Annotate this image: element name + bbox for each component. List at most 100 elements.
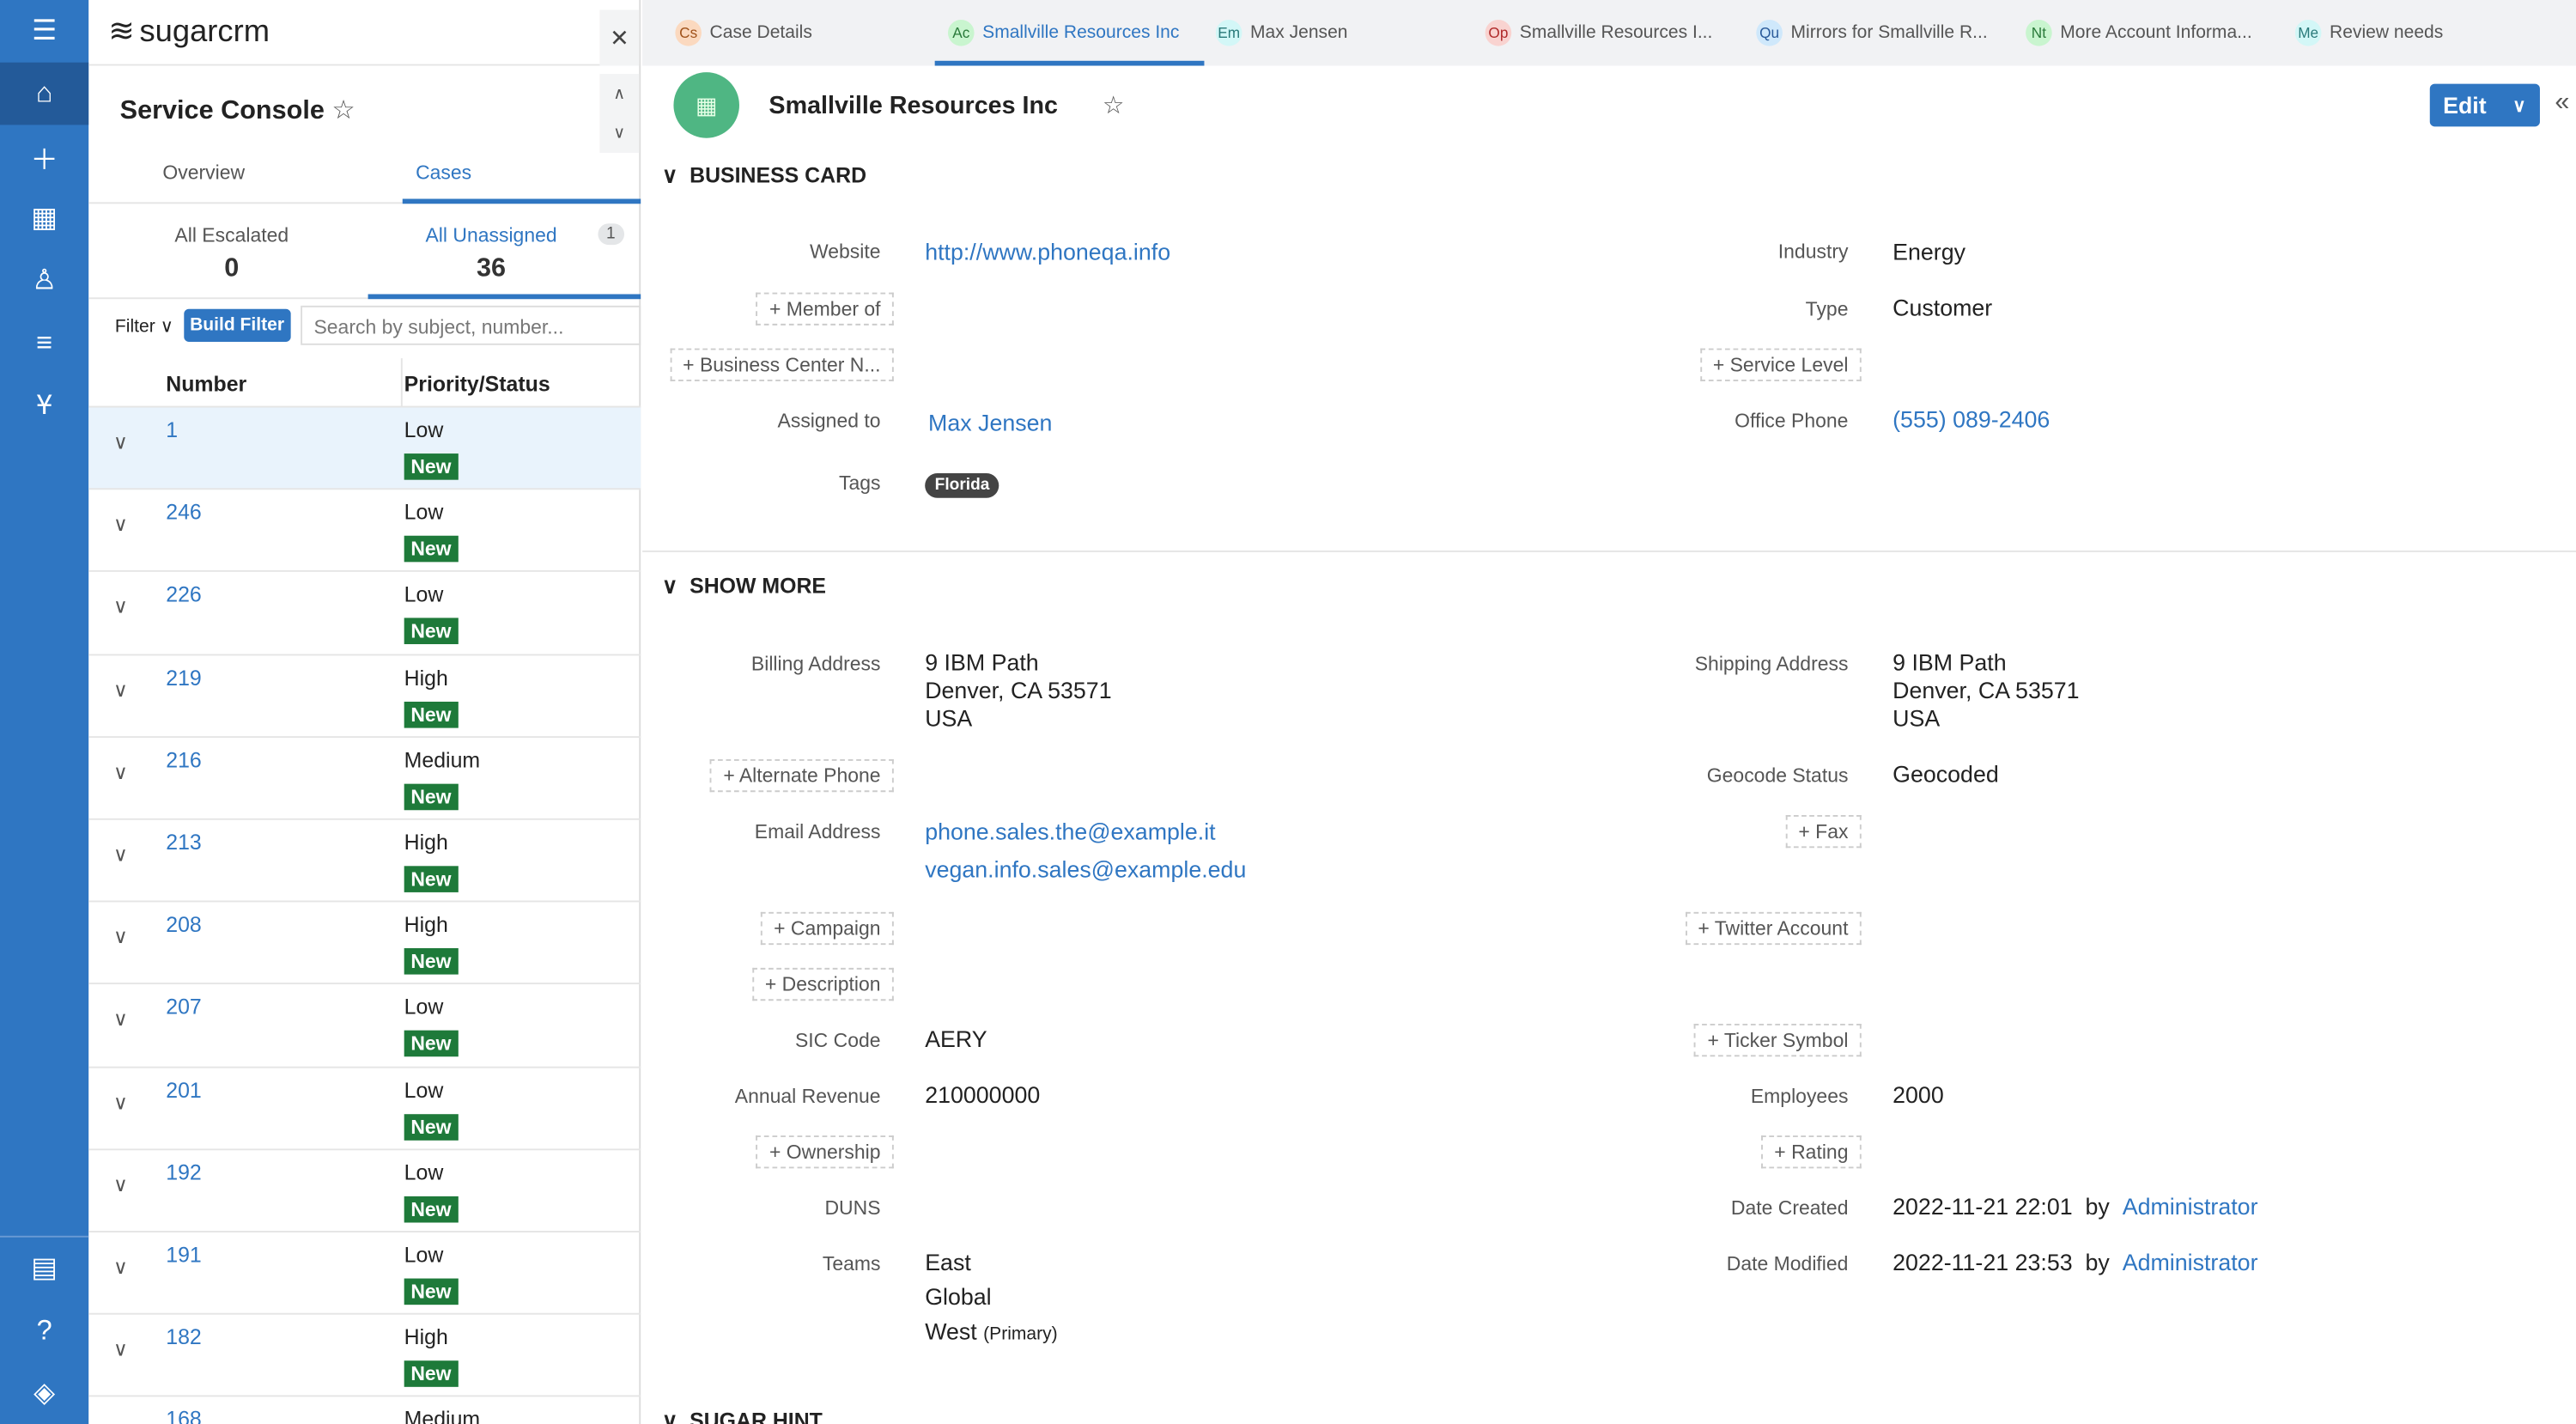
add-ownership-button[interactable]: + Ownership [756, 1135, 894, 1169]
case-number-link[interactable]: 168 [166, 1407, 202, 1424]
add-member-of-button[interactable]: + Member of [756, 292, 894, 326]
case-number-link[interactable]: 191 [166, 1242, 202, 1267]
help-icon[interactable]: ? [0, 1299, 88, 1362]
case-number-link[interactable]: 219 [166, 665, 202, 690]
tag-badge[interactable]: Florida [925, 468, 999, 499]
user-icon[interactable]: ♙ [0, 250, 88, 313]
tab-item[interactable]: Me Review needs [2294, 19, 2443, 46]
case-number-link[interactable]: 226 [166, 582, 202, 607]
table-row[interactable]: ∨ 216 Medium New [88, 738, 641, 820]
sugarcrm-logo[interactable]: ≋ sugarcrm [88, 0, 640, 66]
add-rating-button[interactable]: + Rating [1760, 1135, 1862, 1169]
case-number-link[interactable]: 207 [166, 995, 202, 1019]
table-row[interactable]: ∨ 219 High New [88, 655, 641, 738]
chevron-down-icon[interactable]: ∨ [113, 1256, 128, 1279]
tab-item[interactable]: Cs Case Details [675, 19, 812, 46]
table-row[interactable]: ∨ 182 High New [88, 1315, 641, 1397]
star-icon[interactable]: ☆ [1103, 90, 1125, 120]
add-business-center-button[interactable]: + Business Center N... [669, 348, 894, 381]
plus-icon[interactable]: ＋ [0, 125, 88, 187]
add-ticker-symbol-button[interactable]: + Ticker Symbol [1694, 1023, 1862, 1057]
table-row[interactable]: ∨ 191 Low New [88, 1232, 641, 1315]
layers-icon[interactable]: ◈ [0, 1362, 88, 1424]
table-row[interactable]: ∨ 207 Low New [88, 985, 641, 1068]
table-row[interactable]: ∨ 208 High New [88, 903, 641, 985]
add-fax-button[interactable]: + Fax [1785, 814, 1862, 849]
stat-all-unassigned[interactable]: All Unassigned 36 [376, 223, 606, 284]
collapse-icon[interactable]: « [2555, 88, 2569, 118]
priority: Low [404, 417, 444, 442]
build-filter-button[interactable]: Build Filter [183, 308, 291, 342]
chevron-down-icon[interactable]: ∨ [113, 1421, 128, 1424]
star-icon[interactable]: ☆ [331, 97, 355, 125]
priority: Low [404, 1159, 444, 1184]
add-service-level-button[interactable]: + Service Level [1699, 348, 1862, 381]
case-number-link[interactable]: 208 [166, 912, 202, 937]
column-priority-status[interactable]: Priority/Status [404, 371, 550, 396]
add-alternate-phone-button[interactable]: + Alternate Phone [710, 758, 894, 793]
tab-item[interactable]: Qu Mirrors for Smallville R... [1756, 19, 1988, 46]
stat-all-escalated[interactable]: All Escalated 0 [117, 223, 347, 284]
sugar-hint-header[interactable]: ∨ SUGAR HINT [662, 1409, 823, 1424]
case-number-link[interactable]: 1 [166, 417, 178, 442]
column-number[interactable]: Number [166, 371, 246, 396]
filter-dropdown[interactable]: Filter ∨ [115, 314, 173, 336]
website-link[interactable]: http://www.phoneqa.info [925, 238, 1170, 266]
case-number-link[interactable]: 201 [166, 1077, 202, 1102]
table-row[interactable]: ∨ 226 Low New [88, 573, 641, 655]
add-description-button[interactable]: + Description [751, 967, 894, 1001]
edit-button[interactable]: Edit ∨ [2429, 83, 2540, 127]
chevron-down-icon[interactable]: ∨ [113, 760, 128, 783]
status-badge: New [404, 1360, 459, 1387]
assigned-label: Assigned to [777, 409, 881, 433]
table-row[interactable]: ∨ 168 Medium [88, 1397, 641, 1424]
chevron-up-icon[interactable]: ∧ [613, 85, 625, 103]
tab-item[interactable]: Nt More Account Informa... [2026, 19, 2252, 46]
chevron-down-icon[interactable]: ∨ [113, 1007, 128, 1031]
search-input[interactable]: Search by subject, number... [301, 305, 641, 345]
date-created: 2022-11-21 22:01 by Administrator [1893, 1193, 2258, 1220]
close-icon[interactable]: ✕ [599, 9, 640, 66]
tab-overview[interactable]: Overview [162, 161, 245, 185]
tab-item[interactable]: Ac Smallville Resources Inc [947, 19, 1179, 46]
chevron-down-icon[interactable]: ∨ [113, 513, 128, 536]
chevron-down-icon[interactable]: ∨ [113, 1338, 128, 1361]
case-number-link[interactable]: 246 [166, 500, 202, 525]
case-number-link[interactable]: 213 [166, 830, 202, 855]
chevron-down-icon[interactable]: ∨ [113, 1090, 128, 1113]
add-twitter-account-button[interactable]: + Twitter Account [1685, 911, 1862, 946]
add-campaign-button[interactable]: + Campaign [760, 911, 894, 946]
table-row[interactable]: ∨ 192 Low New [88, 1150, 641, 1232]
chevron-down-icon[interactable]: ∨ [113, 925, 128, 948]
chevron-down-icon[interactable]: ∨ [2512, 94, 2525, 116]
tab-cases[interactable]: Cases [416, 161, 471, 185]
tab-item[interactable]: Em Max Jensen [1215, 19, 1348, 46]
chevron-down-icon[interactable]: ∨ [113, 430, 128, 453]
document-icon[interactable]: ▤ [0, 1238, 88, 1300]
tab-item[interactable]: Op Smallville Resources I... [1485, 19, 1712, 46]
filter-icon[interactable]: ≡ [0, 313, 88, 375]
home-icon[interactable]: ⌂ [0, 62, 89, 125]
table-row[interactable]: ∨ 213 High New [88, 820, 641, 903]
case-number-link[interactable]: 192 [166, 1159, 202, 1184]
chevron-down-icon[interactable]: ∨ [113, 595, 128, 618]
table-row[interactable]: ∨ 246 Low New [88, 490, 641, 573]
case-number-link[interactable]: 216 [166, 747, 202, 772]
office-phone-link[interactable]: (555) 089-2406 [1893, 406, 2050, 435]
table-row[interactable]: ∨ 1 Low New [88, 407, 641, 490]
plant-icon[interactable]: Ұ [0, 374, 88, 437]
chevron-down-icon[interactable]: ∨ [613, 124, 625, 142]
chevron-down-icon[interactable]: ∨ [113, 843, 128, 866]
chevron-down-icon[interactable]: ∨ [113, 1172, 128, 1196]
chevron-down-icon[interactable]: ∨ [113, 678, 128, 701]
shipping-label: Shipping Address [1694, 652, 1849, 676]
sic-value: AERY [925, 1025, 987, 1052]
email-links[interactable]: phone.sales.the@example.it vegan.info.sal… [925, 818, 1246, 885]
assigned-user-link[interactable]: Max Jensen [928, 409, 1052, 437]
business-card-header[interactable]: ∨ BUSINESS CARD [662, 162, 866, 189]
hamburger-menu-icon[interactable]: ☰ [0, 0, 88, 63]
building-icon[interactable]: ▦ [0, 187, 88, 250]
table-row[interactable]: ∨ 201 Low New [88, 1068, 641, 1150]
case-number-link[interactable]: 182 [166, 1324, 202, 1349]
show-more-header[interactable]: ∨ SHOW MORE [662, 574, 826, 600]
